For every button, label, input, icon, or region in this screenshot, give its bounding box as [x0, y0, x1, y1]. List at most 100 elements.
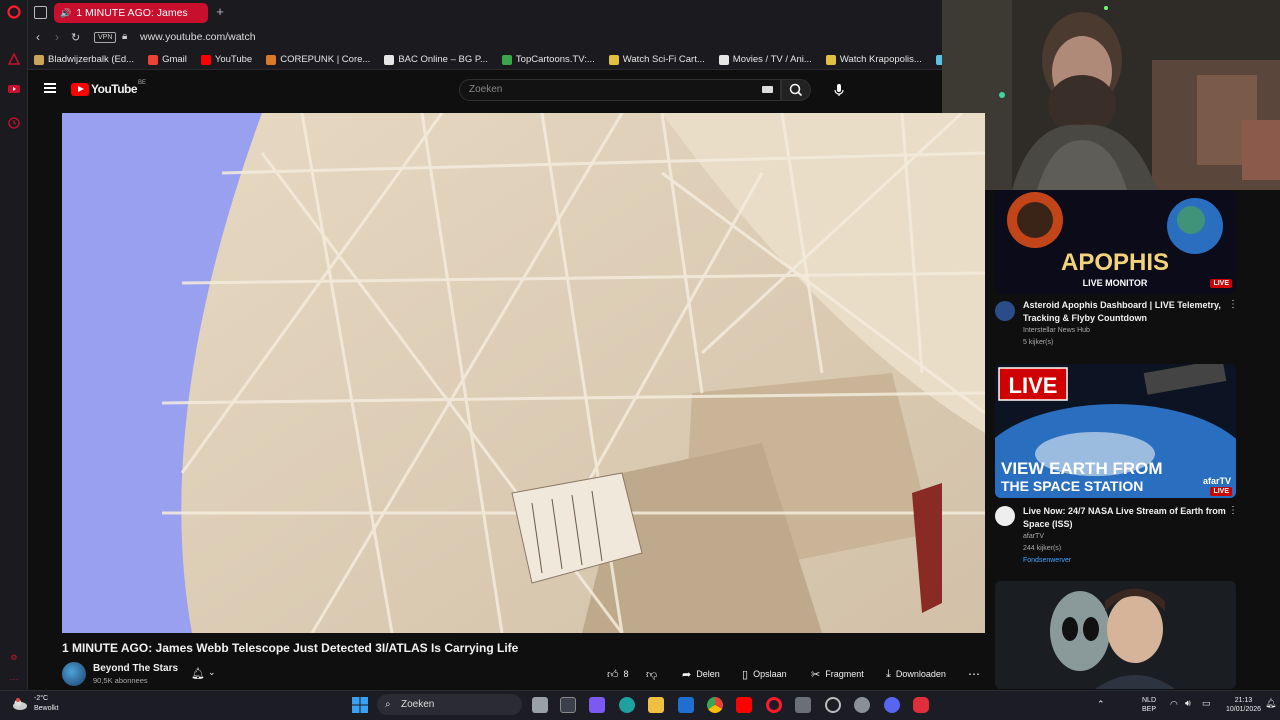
save-label: Opslaan [753, 669, 787, 679]
recommendation-thumbnail[interactable] [995, 581, 1236, 689]
workspaces-icon[interactable] [34, 6, 47, 19]
bookmark-favicon-icon [501, 54, 512, 65]
more-icon[interactable]: ⋮ [1228, 505, 1238, 516]
tab-title: 1 MINUTE AGO: James [76, 7, 188, 19]
url-field[interactable]: www.youtube.com/watch [140, 31, 256, 43]
new-tab-button[interactable]: + [212, 4, 228, 20]
like-button[interactable]: 👍︎ 8 [607, 666, 629, 682]
file-explorer-icon[interactable] [648, 697, 664, 713]
sidebar-more-icon[interactable]: ⋯ [7, 672, 21, 686]
channel-avatar[interactable] [62, 662, 86, 686]
store-icon[interactable] [560, 697, 576, 713]
bookmark-item[interactable]: Movies / TV / Ani... [718, 54, 812, 65]
bookmark-favicon-icon [148, 54, 159, 65]
forward-icon[interactable]: › [55, 30, 59, 44]
windows-start-icon[interactable] [352, 697, 368, 713]
channel-avatar[interactable] [995, 301, 1015, 321]
bookmark-item[interactable]: Watch Sci-Fi Cart... [608, 54, 705, 65]
download-button[interactable]: ⤓ Downloaden [886, 666, 946, 682]
calculator-icon[interactable] [795, 697, 811, 713]
chevron-down-icon[interactable]: ⌄ [208, 667, 216, 678]
sidebar-settings-icon[interactable]: ⚙ [7, 650, 21, 664]
recommendation-thumbnail[interactable]: LIVE VIEW EARTH FROM THE SPACE STATION a… [995, 364, 1236, 498]
bookmark-item[interactable]: Gmail [148, 54, 187, 65]
webcam-feed-image [942, 0, 1280, 190]
more-actions-button[interactable]: ⋯ [968, 666, 980, 682]
recommendation-channel[interactable]: afarTV [1023, 533, 1044, 540]
language-indicator[interactable]: NLD BEP [1142, 696, 1156, 714]
like-count: 8 [623, 669, 629, 679]
reload-icon[interactable]: ↻ [71, 31, 80, 44]
bookmark-item[interactable]: Bladwijzerbalk (Ed... [34, 54, 134, 65]
alien-thumbnail-image [995, 581, 1236, 689]
youtube-taskbar-icon[interactable] [736, 697, 752, 713]
search-icon [789, 83, 803, 97]
share-button[interactable]: ➦ Delen [682, 666, 720, 682]
task-view-icon[interactable] [532, 697, 548, 713]
dislike-button[interactable]: 👎︎ [646, 666, 662, 682]
speaker-icon[interactable]: 🔊 [60, 8, 71, 19]
recommendation-viewers: 244 kijker(s) [1023, 545, 1062, 552]
language-top: NLD [1142, 697, 1157, 704]
taskbar-search[interactable]: ⌕ Zoeken [377, 694, 522, 715]
bookmark-item[interactable]: TopCartoons.TV:... [501, 54, 595, 65]
back-icon[interactable]: ‹ [36, 30, 40, 44]
tray-expand-icon[interactable]: ⌃ [1097, 700, 1105, 709]
outlook-icon[interactable] [678, 697, 694, 713]
bookmark-label: Gmail [162, 54, 187, 65]
recommendation-thumbnail[interactable]: APOPHIS LIVE MONITOR LIVE [995, 190, 1236, 294]
aria-icon[interactable] [7, 52, 21, 66]
microphone-icon [834, 84, 844, 96]
lock-icon[interactable]: 🔒︎ [122, 31, 127, 42]
fundraiser-badge: Fondsenwerver [1023, 557, 1072, 564]
settings-icon[interactable] [854, 697, 870, 713]
recommendation-title[interactable]: Asteroid Apophis Dashboard | LIVE Teleme… [1023, 299, 1228, 324]
opera-logo-icon[interactable] [7, 5, 21, 19]
video-player[interactable] [62, 113, 985, 633]
opera-sidebar: ⚙ ⋯ [0, 0, 28, 690]
teams-icon[interactable] [589, 697, 605, 713]
bookmark-item[interactable]: YouTube [200, 54, 252, 65]
thumbs-down-icon: 👎︎ [646, 668, 658, 681]
vpn-badge[interactable]: VPN [94, 32, 117, 43]
save-button[interactable]: ▯ Opslaan [742, 666, 787, 682]
youtube-wordmark: YouTube [91, 82, 138, 96]
keyboard-icon[interactable] [762, 86, 773, 93]
search-input[interactable]: Zoeken [459, 79, 781, 101]
volume-icon[interactable]: 🔊︎ [1185, 699, 1191, 708]
notification-icon[interactable]: 🔔︎ [1265, 699, 1276, 708]
clock[interactable]: 21:13 10/01/2026 [1226, 696, 1261, 714]
thumb-title: VIEW EARTH FROM [1001, 459, 1163, 478]
bookmark-item[interactable]: BAC Online – BG P... [384, 54, 488, 65]
search-button[interactable] [781, 79, 811, 101]
menu-icon[interactable] [44, 83, 56, 93]
app-icon[interactable] [825, 697, 841, 713]
youtube-logo[interactable]: YouTube BE [71, 80, 146, 96]
youtube-sidebar-icon[interactable] [7, 82, 21, 96]
channel-avatar[interactable] [995, 506, 1015, 526]
recommendation-title[interactable]: Live Now: 24/7 NASA Live Stream of Earth… [1023, 505, 1228, 530]
wifi-icon[interactable]: ◠ [1170, 700, 1178, 709]
voice-search-button[interactable] [828, 79, 850, 101]
more-icon[interactable]: ⋮ [1228, 299, 1238, 310]
channel-name[interactable]: Beyond The Stars [93, 663, 178, 674]
opera-taskbar-icon[interactable] [766, 697, 782, 713]
clip-button[interactable]: ✂ Fragment [811, 666, 864, 682]
tab-active[interactable]: 🔊 1 MINUTE AGO: James [54, 3, 208, 23]
recommendation-channel[interactable]: Interstellar News Hub [1023, 327, 1090, 334]
app-red-icon[interactable] [913, 697, 929, 713]
bookmark-favicon-icon [608, 54, 619, 65]
share-icon: ➦ [682, 668, 692, 681]
chrome-icon[interactable] [707, 697, 723, 713]
history-icon[interactable] [7, 116, 21, 130]
discord-icon[interactable] [884, 697, 900, 713]
iss-thumbnail-image: LIVE VIEW EARTH FROM THE SPACE STATION a… [995, 364, 1236, 498]
battery-icon[interactable]: ▭ [1202, 699, 1211, 708]
taskbar-search-label: Zoeken [401, 699, 435, 710]
bookmark-item[interactable]: Watch Krapopolis... [825, 54, 922, 65]
bookmark-item[interactable]: COREPUNK | Core... [266, 54, 370, 65]
notification-bell-icon[interactable]: 🔔︎ [191, 667, 205, 680]
share-label: Delen [696, 669, 720, 679]
edge-icon[interactable] [619, 697, 635, 713]
windows-taskbar [0, 690, 1280, 720]
